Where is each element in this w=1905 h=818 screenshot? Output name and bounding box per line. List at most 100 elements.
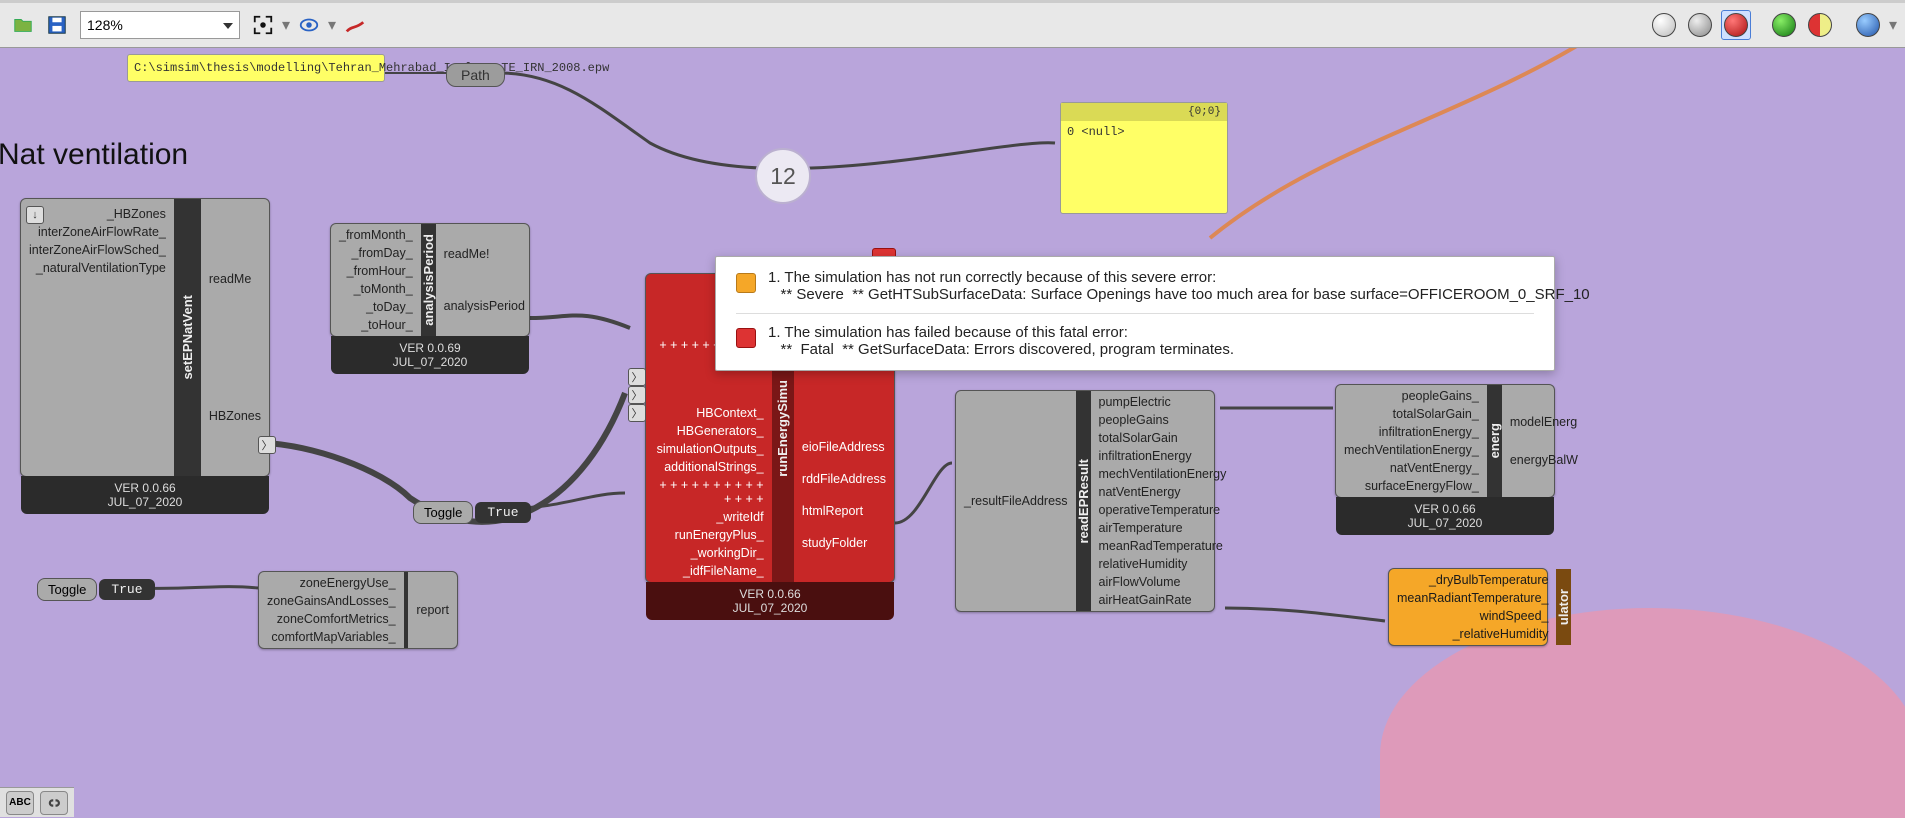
input: _fromHour_ — [339, 264, 413, 278]
error-icon — [736, 328, 756, 348]
input: _fromMonth_ — [339, 228, 413, 242]
input: _toMonth_ — [339, 282, 413, 296]
panel-content: 0 <null> — [1067, 125, 1221, 139]
half-orb-icon[interactable] — [1805, 10, 1835, 40]
input: interZoneAirFlowRate_ — [29, 225, 166, 239]
abc-icon[interactable]: ABC — [6, 791, 34, 815]
input: windSpeed_ — [1397, 609, 1548, 623]
save-icon[interactable] — [42, 10, 72, 40]
output: htmlReport — [802, 504, 886, 518]
toggle-1[interactable]: Toggle True — [413, 501, 531, 524]
input: _idfFileName_ — [654, 564, 764, 578]
input: peopleGains_ — [1344, 389, 1479, 403]
input: _fromDay_ — [339, 246, 413, 260]
output: totalSolarGain — [1099, 431, 1227, 445]
tooltip-line: 1. The simulation has not run correctly … — [768, 269, 1590, 286]
zoom-value: 128% — [87, 17, 123, 33]
input: runEnergyPlus_ — [654, 528, 764, 542]
input: natVentEnergy_ — [1344, 461, 1479, 475]
output: studyFolder — [802, 536, 886, 550]
component-name: energ — [1487, 423, 1502, 458]
output: readMe — [209, 272, 261, 286]
output: pumpElectric — [1099, 395, 1227, 409]
comp-zoneuse[interactable]: zoneEnergyUse_ zoneGainsAndLosses_ zoneC… — [258, 571, 458, 649]
input: _naturalVentilationType — [29, 261, 166, 275]
file-panel[interactable]: C:\simsim\thesis\modelling\Tehran_Mehrab… — [127, 54, 385, 82]
input: totalSolarGain_ — [1344, 407, 1479, 421]
shaded-icon[interactable] — [1685, 10, 1715, 40]
tooltip-line: ** Fatal ** GetSurfaceData: Errors disco… — [768, 341, 1234, 358]
output-grip-icon[interactable]: 〉 — [258, 436, 276, 454]
output: operativeTemperature — [1099, 503, 1227, 517]
zoom-select[interactable]: 128% — [80, 11, 240, 39]
input: _toHour_ — [339, 318, 413, 332]
input: _dryBulbTemperature — [1397, 573, 1548, 587]
output: airHeatGainRate — [1099, 593, 1227, 607]
comp-analysisperiod[interactable]: _fromMonth_ _fromDay_ _fromHour_ _toMont… — [330, 223, 530, 337]
path-param[interactable]: Path — [446, 63, 505, 87]
input: _writeIdf — [654, 510, 764, 524]
component-name: analysisPeriod — [421, 234, 436, 326]
output: analysisPeriod — [444, 299, 525, 313]
input: + + + + + + + + + + + + + + — [654, 478, 764, 506]
output: natVentEnergy — [1099, 485, 1227, 499]
output: relativeHumidity — [1099, 557, 1227, 571]
input: HBGenerators_ — [654, 424, 764, 438]
zoom-extents-icon[interactable] — [248, 10, 278, 40]
file-path: C:\simsim\thesis\modelling\Tehran_Mehrab… — [134, 61, 609, 75]
component-name: setEPNatVent — [180, 295, 195, 380]
comp-orange[interactable]: _dryBulbTemperature meanRadiantTemperatu… — [1388, 568, 1548, 646]
input: _HBZones — [29, 207, 166, 221]
blue-orb-icon[interactable] — [1853, 10, 1883, 40]
input: meanRadiantTemperature_ — [1397, 591, 1548, 605]
component-name: runEnergySimu — [775, 380, 790, 477]
input: mechVentilationEnergy_ — [1344, 443, 1479, 457]
input: additionalStrings_ — [654, 460, 764, 474]
input: comfortMapVariables_ — [267, 630, 396, 644]
toolbar: 128% ▾ ▾ ▾ — [0, 0, 1905, 48]
output: HBZones — [209, 409, 261, 423]
rendered-icon[interactable] — [1721, 10, 1751, 40]
open-icon[interactable] — [8, 10, 38, 40]
tooltip-line: ** Severe ** GetHTSubSurfaceData: Surfac… — [768, 286, 1590, 303]
output: meanRadTemperature — [1099, 539, 1227, 553]
input: interZoneAirFlowSched_ — [29, 243, 166, 257]
component-name: ulator — [1556, 589, 1571, 625]
input-grip-icon[interactable]: 〉 — [628, 368, 646, 386]
canvas[interactable]: Nat ventilation C:\simsim\thesis\modelli… — [0, 48, 1905, 817]
preview-icon[interactable] — [294, 10, 324, 40]
output: peopleGains — [1099, 413, 1227, 427]
input: _toDay_ — [339, 300, 413, 314]
output: modelEnerg — [1510, 415, 1578, 429]
input: HBContext_ — [654, 406, 764, 420]
input: zoneComfortMetrics_ — [267, 612, 396, 626]
link-icon[interactable] — [40, 791, 68, 815]
sketch-icon[interactable] — [340, 10, 370, 40]
input: surfaceEnergyFlow_ — [1344, 479, 1479, 493]
output: rddFileAddress — [802, 472, 886, 486]
input: _workingDir_ — [654, 546, 764, 560]
input: zoneEnergyUse_ — [267, 576, 396, 590]
input: infiltrationEnergy_ — [1344, 425, 1479, 439]
output: airFlowVolume — [1099, 575, 1227, 589]
status-bar: ABC — [0, 787, 74, 817]
output: report — [416, 603, 449, 617]
tooltip-line: 1. The simulation has failed because of … — [768, 324, 1234, 341]
component-name: readEPResult — [1076, 459, 1091, 544]
input: _resultFileAddress — [964, 494, 1068, 508]
toggle-2[interactable]: Toggle True — [37, 578, 155, 601]
count-badge: 12 — [755, 148, 811, 204]
warning-icon — [736, 273, 756, 293]
input-grip-icon[interactable]: 〉 — [628, 386, 646, 404]
input: zoneGainsAndLosses_ — [267, 594, 396, 608]
input-grip-icon[interactable]: 〉 — [628, 404, 646, 422]
output: infiltrationEnergy — [1099, 449, 1227, 463]
comp-readepresult[interactable]: _resultFileAddress readEPResult pumpElec… — [955, 390, 1215, 612]
comp-energy[interactable]: peopleGains_ totalSolarGain_ infiltratio… — [1335, 384, 1555, 498]
zui-arrow-icon[interactable]: ↓ — [26, 206, 44, 224]
green-orb-icon[interactable] — [1769, 10, 1799, 40]
comp-setepnatvent[interactable]: _HBZones interZoneAirFlowRate_ interZone… — [20, 198, 270, 477]
wireframe-icon[interactable] — [1649, 10, 1679, 40]
null-panel[interactable]: {0;0} 0 <null> — [1060, 102, 1228, 214]
panel-header: {0;0} — [1061, 103, 1227, 121]
